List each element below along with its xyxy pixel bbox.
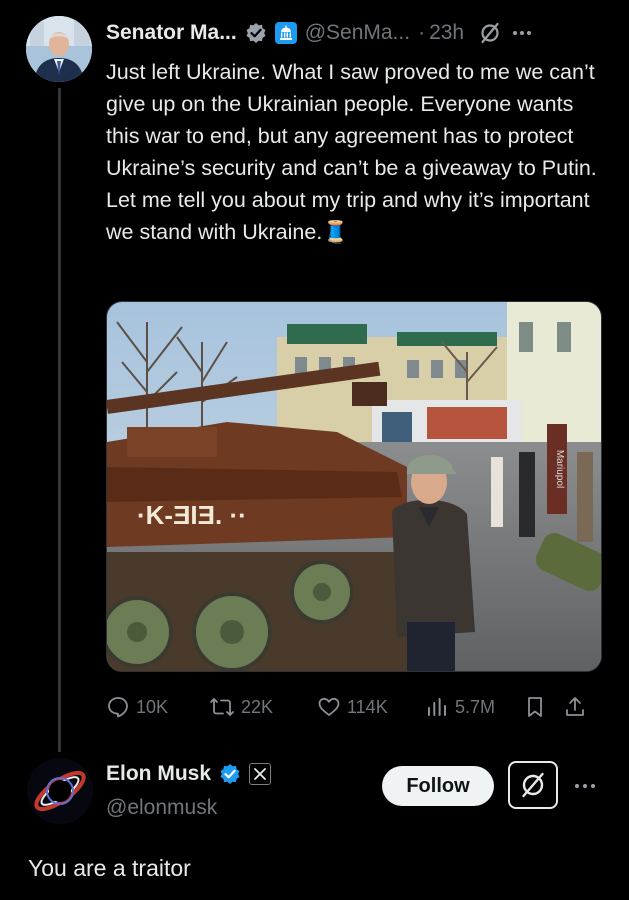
more-icon [575, 784, 595, 788]
grok-icon[interactable] [478, 21, 502, 45]
author-name[interactable]: Senator Ma... [106, 21, 237, 45]
author-handle[interactable]: @SenMa... [305, 21, 410, 45]
more-icon[interactable] [510, 21, 534, 45]
elon-avatar[interactable] [27, 758, 93, 824]
government-badge-icon [274, 22, 297, 44]
separator-dot: · [418, 21, 426, 44]
view-count: 5.7M [455, 696, 496, 717]
reply-author-name[interactable]: Elon Musk [106, 762, 211, 786]
views-action[interactable]: 5.7M [425, 695, 523, 719]
bookmark-action[interactable] [523, 695, 563, 719]
svg-text:·K-ƎIƎ. ··: ·K-ƎIƎ. ·· [137, 500, 247, 530]
grok-button[interactable] [508, 761, 558, 809]
share-icon [566, 697, 584, 716]
x-affiliate-icon [249, 763, 272, 785]
like-count: 114K [347, 696, 388, 717]
heart-icon [318, 697, 340, 716]
mariupol-sign-text: Mariupol [554, 450, 565, 488]
like-action[interactable]: 114K [317, 695, 425, 719]
tweet-photo[interactable]: Mariupol ·K-ƎIƎ. ·· [106, 301, 602, 672]
views-icon [428, 698, 446, 716]
bookmark-icon [528, 697, 542, 717]
repost-action[interactable]: 22K [209, 695, 317, 719]
tweet-body: Just left Ukraine. What I saw proved to … [106, 60, 603, 244]
repost-count: 22K [241, 696, 274, 717]
reply-action[interactable]: 10K [106, 695, 209, 719]
reply-icon [108, 697, 128, 718]
verified-icon [246, 23, 266, 43]
share-action[interactable] [563, 695, 587, 719]
verified-icon [220, 764, 240, 784]
tweet-text: Just left Ukraine. What I saw proved to … [106, 56, 606, 248]
senator-avatar[interactable] [26, 16, 92, 82]
reply-more-button[interactable] [572, 774, 598, 803]
reply-header: Elon Musk [106, 762, 272, 786]
reply-text: You are a traitor [28, 855, 191, 881]
thread-line [58, 88, 61, 752]
tweet-time[interactable]: 23h [429, 21, 464, 45]
tweet-actions: 10K 22K 114K 5.7M [106, 690, 606, 724]
reply-count: 10K [136, 696, 169, 717]
reply-author-handle[interactable]: @elonmusk [106, 796, 217, 820]
grok-icon [522, 772, 544, 798]
tweet-header: Senator Ma... @SenMa... · 23h [106, 18, 534, 48]
follow-button[interactable]: Follow [382, 766, 494, 806]
repost-icon [210, 698, 234, 716]
thread-emoji: 🧵 [322, 220, 350, 244]
